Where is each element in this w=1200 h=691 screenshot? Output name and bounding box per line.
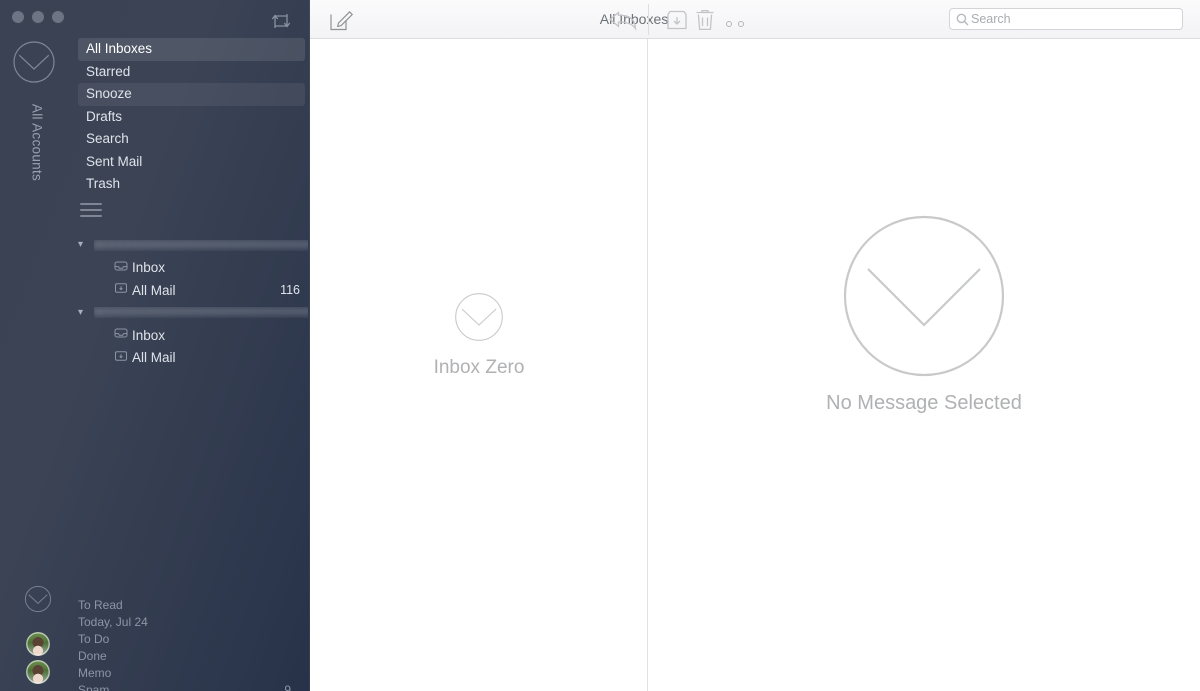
label-text: Spam: [78, 682, 110, 691]
archive-download-icon[interactable]: [665, 8, 689, 32]
minimize-button[interactable]: [32, 11, 44, 23]
hamburger-icon[interactable]: [80, 203, 102, 221]
zoom-button[interactable]: [52, 11, 64, 23]
reading-pane: No Message Selected: [648, 39, 1200, 691]
more-dot: [726, 21, 732, 27]
archive-box-icon: [114, 281, 132, 299]
sidebar-item-snooze[interactable]: Snooze: [78, 83, 305, 106]
account-header[interactable]: ▾ bXXXXXXXXXXXXXXXXXXXXXXXXXXXXXXXX: [78, 302, 308, 325]
hamburger-line: [80, 215, 102, 217]
sidebar-nav: All Inboxes Starred Snooze Drafts Search…: [78, 38, 305, 196]
sidebar-item-drafts[interactable]: Drafts: [78, 106, 305, 129]
sidebar-item-trash[interactable]: Trash: [78, 173, 305, 196]
list-item[interactable]: To Do: [78, 630, 303, 647]
chevron-down-icon[interactable]: ▾: [78, 307, 92, 318]
search-icon: [956, 13, 969, 26]
compose-icon[interactable]: [328, 7, 354, 33]
folder-all-mail[interactable]: All Mail: [78, 347, 308, 370]
airmail-logo-icon: [648, 215, 1200, 382]
folder-label: All Mail: [132, 350, 176, 366]
window-controls[interactable]: [12, 11, 64, 23]
airmail-logo-icon: [12, 40, 56, 84]
sync-refresh-icon[interactable]: [266, 8, 296, 34]
archive-box-icon: [114, 349, 132, 367]
inbox-tray-icon: [114, 326, 132, 344]
folder-label: All Mail: [132, 282, 176, 298]
toolbar-divider: [648, 4, 649, 35]
sidebar-item-sent-mail[interactable]: Sent Mail: [78, 151, 305, 174]
sidebar-item-search[interactable]: Search: [78, 128, 305, 151]
folder-label: Inbox: [132, 327, 166, 343]
close-button[interactable]: [12, 11, 24, 23]
label-text: To Do: [78, 631, 110, 646]
label-text: Today, Jul 24: [78, 614, 148, 629]
empty-state-text: No Message Selected: [826, 392, 1022, 414]
label-count: 9: [284, 682, 291, 691]
reply-arrow-icon[interactable]: [607, 7, 639, 33]
list-item[interactable]: Today, Jul 24: [78, 613, 303, 630]
no-message-empty-state: No Message Selected: [648, 215, 1200, 415]
label-text: Memo: [78, 665, 112, 680]
folder-all-mail[interactable]: All Mail 116: [78, 279, 308, 302]
sidebar-item-starred[interactable]: Starred: [78, 61, 305, 84]
account-tree: ▾ bXXXXXXXXXXXXXXXXXXXXXXXXXXXX Inbox Al…: [78, 234, 308, 369]
list-item[interactable]: Spam 9: [78, 681, 303, 691]
avatar[interactable]: [26, 660, 50, 684]
list-item[interactable]: To Read: [78, 596, 303, 613]
message-list-panel: Inbox Zero: [310, 39, 648, 691]
list-item[interactable]: Done: [78, 647, 303, 664]
empty-state-text: Inbox Zero: [433, 357, 525, 378]
folder-count: 116: [280, 283, 300, 298]
toolbar: All Inboxes: [310, 0, 1200, 45]
chevron-down-icon[interactable]: ▾: [78, 240, 92, 250]
inbox-tray-icon: [114, 259, 132, 277]
label-text: To Read: [78, 597, 123, 612]
hamburger-line: [80, 209, 102, 211]
search-field[interactable]: [949, 8, 1183, 30]
search-input[interactable]: [969, 12, 1182, 26]
airmail-logo-icon: [310, 292, 648, 347]
sidebar-item-all-inboxes[interactable]: All Inboxes: [78, 38, 305, 61]
hamburger-line: [80, 203, 102, 205]
folder-inbox[interactable]: Inbox: [78, 257, 308, 280]
account-name-redacted: bXXXXXXXXXXXXXXXXXXXXXXXXXXXX: [94, 239, 308, 251]
account-name-redacted: bXXXXXXXXXXXXXXXXXXXXXXXXXXXXXXXX: [94, 307, 308, 319]
airmail-window: All Accounts All Inboxes Starred Snooze …: [0, 0, 1200, 691]
airmail-logo-icon: [24, 585, 52, 613]
smart-labels-list: To Read Today, Jul 24 To Do Done Memo Sp…: [78, 596, 303, 691]
list-item[interactable]: Memo: [78, 664, 303, 681]
avatar[interactable]: [26, 632, 50, 656]
more-options-icon[interactable]: [726, 14, 752, 45]
inbox-zero-empty-state: Inbox Zero: [310, 292, 648, 379]
folder-inbox[interactable]: Inbox: [78, 324, 308, 347]
all-accounts-label: All Accounts: [29, 103, 45, 182]
trash-icon[interactable]: [694, 8, 716, 32]
account-header[interactable]: ▾ bXXXXXXXXXXXXXXXXXXXXXXXXXXXX: [78, 234, 308, 257]
sidebar: All Accounts All Inboxes Starred Snooze …: [0, 0, 310, 691]
folder-label: Inbox: [132, 260, 166, 276]
label-text: Done: [78, 648, 107, 663]
